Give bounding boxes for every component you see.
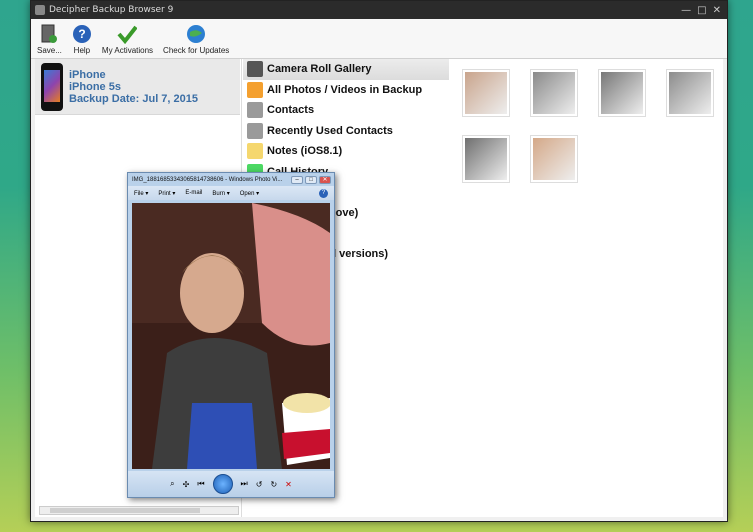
viewer-title-bar: IMG_1881685334306581473860​6 - Windows P… [128,173,334,186]
category-item[interactable]: Camera Roll Gallery [243,59,449,80]
my-activations-button[interactable]: My Activations [102,24,153,55]
category-label: Recently Used Contacts [267,124,393,137]
photo-viewer-window: IMG_1881685334306581473860​6 - Windows P… [127,172,335,498]
category-item[interactable]: Contacts [243,100,449,121]
photo-thumb-child[interactable] [530,135,578,183]
next-icon[interactable]: ⏭ [241,479,248,489]
svg-text:?: ? [78,27,85,41]
contacts-icon [247,102,263,119]
title-bar: Decipher Backup Browser 9 — □ ✕ [31,1,727,19]
activations-label: My Activations [101,46,154,55]
category-label: All Photos / Videos in Backup [267,83,423,96]
viewer-menu-item[interactable]: File ▾ [134,190,148,197]
horizontal-scrollbar[interactable] [39,506,239,515]
maximize-button[interactable]: □ [697,5,706,16]
viewer-menu-item[interactable]: E-mail [185,190,202,196]
category-label: Notes (iOS8.1) [267,145,343,158]
photos-icon [247,81,263,98]
category-item[interactable]: Notes (iOS8.1) [243,141,449,162]
photo-thumb-cables[interactable] [462,135,510,183]
help-icon[interactable]: ? [319,188,328,198]
close-button[interactable]: ✕ [713,5,721,16]
photo-thumb-child[interactable] [462,69,510,117]
check-updates-button[interactable]: Check for Updates [163,24,229,55]
toolbar: Save... ? Help My Activations Check for … [31,19,727,59]
slideshow-button[interactable] [212,474,233,494]
viewer-menu-item[interactable]: Open ▾ [240,190,259,197]
save-label: Save... [37,46,62,55]
viewer-menu-bar: File ▾ Print ▾ E-mail Burn ▾ Open ▾? [128,186,334,200]
category-label: Contacts [267,104,315,117]
globe-icon [186,24,206,44]
checkmark-icon [117,24,138,44]
backup-date: Backup Date: Jul 7, 2015 [69,92,199,105]
save-button[interactable]: Save... [37,24,62,55]
device-item[interactable]: iPhone iPhone 5s Backup Date: Jul 7, 201… [35,59,240,115]
save-icon [39,24,59,44]
category-label: Camera Roll Gallery [267,63,372,76]
category-item[interactable]: Recently Used Contacts [243,121,449,142]
viewer-menu-item[interactable]: Print ▾ [158,190,175,197]
viewer-maximize-button[interactable]: □ [305,175,317,184]
thumbnail-grid [450,69,723,183]
delete-icon[interactable]: ✕ [285,480,292,489]
photo-thumb-cables[interactable] [598,69,646,117]
category-item[interactable]: All Photos / Videos in Backup [243,80,449,101]
viewer-photo [132,203,330,469]
help-icon: ? [72,24,92,44]
notes-icon [247,143,263,160]
photo-thumb-cables[interactable] [666,69,714,117]
photo-image [132,203,330,469]
app-icon [35,5,45,15]
help-label: Help [73,46,91,55]
rotate-right-icon[interactable]: ↻ [270,480,277,489]
camera-icon [247,61,263,78]
viewer-close-button[interactable]: ✕ [319,175,331,184]
viewer-controls: ⌕ ✣ ⏮ ⏭ ↺ ↻ ✕ [128,471,334,497]
device-model: iPhone 5s [69,80,121,93]
iphone-icon [41,62,63,111]
previous-icon[interactable]: ⏮ [197,479,204,489]
updates-label: Check for Updates [163,46,230,55]
device-name: iPhone [69,68,106,81]
rotate-left-icon[interactable]: ↺ [256,480,263,489]
help-button[interactable]: ? Help [72,24,92,55]
zoom-icon[interactable]: ⌕ [170,479,174,489]
contacts-icon [247,122,263,139]
viewer-minimize-button[interactable]: – [291,175,303,184]
minimize-button[interactable]: — [681,5,691,16]
viewer-title: IMG_1881685334306581473860​6 - Windows P… [132,176,283,183]
viewer-menu-item[interactable]: Burn ▾ [212,190,229,197]
photo-thumb-cables[interactable] [530,69,578,117]
fit-icon[interactable]: ✣ [183,480,190,489]
window-title: Decipher Backup Browser 9 [49,5,174,15]
